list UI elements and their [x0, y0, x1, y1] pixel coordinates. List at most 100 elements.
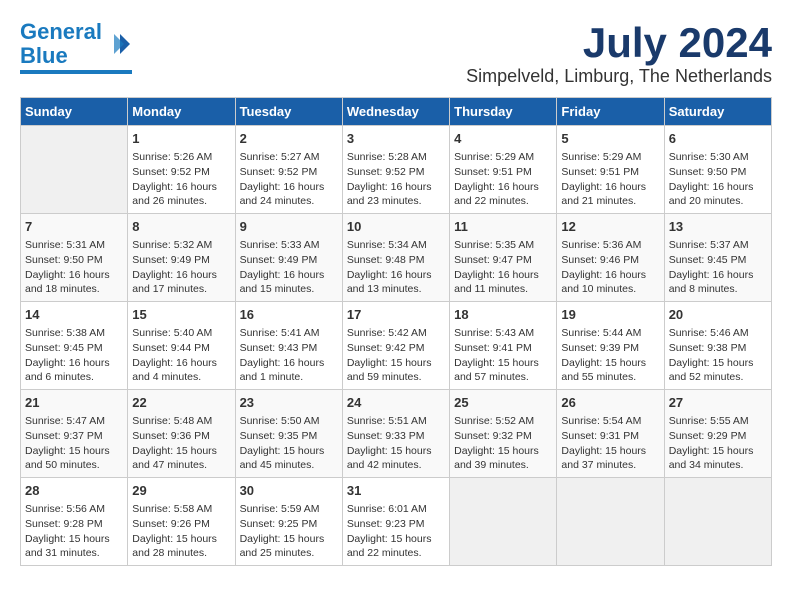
header-day-tuesday: Tuesday [235, 98, 342, 126]
calendar-week-row: 7Sunrise: 5:31 AM Sunset: 9:50 PM Daylig… [21, 214, 772, 302]
day-number: 20 [669, 306, 767, 324]
day-number: 30 [240, 482, 338, 500]
calendar-week-row: 14 Sunrise: 5:38 AM Sunset: 9:45 PM Dayli… [21, 302, 772, 390]
calendar-cell: 30 Sunrise: 5:59 AM Sunset: 9:25 PM Dayli… [235, 477, 342, 565]
cell-sun-info: Sunrise: 5:29 AM Sunset: 9:51 PM Dayligh… [561, 150, 659, 209]
logo: General Blue [20, 20, 132, 74]
calendar-cell: 3 Sunrise: 5:28 AM Sunset: 9:52 PM Daylig… [342, 126, 449, 214]
day-number: 19 [561, 306, 659, 324]
cell-sun-info: Sunrise: 5:40 AM Sunset: 9:44 PM Dayligh… [132, 326, 230, 385]
cell-sun-info: Sunrise: 5:50 AM Sunset: 9:35 PM Dayligh… [240, 414, 338, 473]
calendar-cell: 28 Sunrise: 5:56 AM Sunset: 9:28 PM Dayli… [21, 477, 128, 565]
day-number: 28 [25, 482, 123, 500]
day-number: 18 [454, 306, 552, 324]
cell-sun-info: Sunrise: 5:46 AM Sunset: 9:38 PM Dayligh… [669, 326, 767, 385]
calendar-cell: 10Sunrise: 5:34 AM Sunset: 9:48 PM Dayli… [342, 214, 449, 302]
cell-sun-info: Sunrise: 5:35 AM Sunset: 9:47 PM Dayligh… [454, 238, 552, 297]
calendar-cell: 2 Sunrise: 5:27 AM Sunset: 9:52 PM Daylig… [235, 126, 342, 214]
day-number: 29 [132, 482, 230, 500]
calendar-cell: 26Sunrise: 5:54 AM Sunset: 9:31 PM Dayli… [557, 390, 664, 478]
cell-sun-info: Sunrise: 5:47 AM Sunset: 9:37 PM Dayligh… [25, 414, 123, 473]
header-day-sunday: Sunday [21, 98, 128, 126]
header-day-wednesday: Wednesday [342, 98, 449, 126]
calendar-week-row: 28 Sunrise: 5:56 AM Sunset: 9:28 PM Dayli… [21, 477, 772, 565]
calendar-cell: 20 Sunrise: 5:46 AM Sunset: 9:38 PM Dayli… [664, 302, 771, 390]
cell-sun-info: Sunrise: 5:59 AM Sunset: 9:25 PM Dayligh… [240, 502, 338, 561]
cell-sun-info: Sunrise: 5:55 AM Sunset: 9:29 PM Dayligh… [669, 414, 767, 473]
cell-sun-info: Sunrise: 5:41 AM Sunset: 9:43 PM Dayligh… [240, 326, 338, 385]
logo-text: General Blue [20, 19, 102, 68]
logo-icon [104, 30, 132, 58]
calendar-cell: 12 Sunrise: 5:36 AM Sunset: 9:46 PM Dayli… [557, 214, 664, 302]
calendar-cell: 27 Sunrise: 5:55 AM Sunset: 9:29 PM Dayli… [664, 390, 771, 478]
cell-sun-info: Sunrise: 5:48 AM Sunset: 9:36 PM Dayligh… [132, 414, 230, 473]
cell-sun-info: Sunrise: 5:26 AM Sunset: 9:52 PM Dayligh… [132, 150, 230, 209]
day-number: 11 [454, 218, 552, 236]
calendar-cell: 9Sunrise: 5:33 AM Sunset: 9:49 PM Daylig… [235, 214, 342, 302]
day-number: 3 [347, 130, 445, 148]
calendar-cell: 16 Sunrise: 5:41 AM Sunset: 9:43 PM Dayli… [235, 302, 342, 390]
calendar-cell: 18 Sunrise: 5:43 AM Sunset: 9:41 PM Dayli… [450, 302, 557, 390]
header: General Blue July 2024 Simpelveld, Limbu… [20, 20, 772, 87]
cell-sun-info: Sunrise: 5:32 AM Sunset: 9:49 PM Dayligh… [132, 238, 230, 297]
day-number: 13 [669, 218, 767, 236]
cell-sun-info: Sunrise: 5:54 AM Sunset: 9:31 PM Dayligh… [561, 414, 659, 473]
cell-sun-info: Sunrise: 5:38 AM Sunset: 9:45 PM Dayligh… [25, 326, 123, 385]
day-number: 6 [669, 130, 767, 148]
calendar-cell [557, 477, 664, 565]
day-number: 31 [347, 482, 445, 500]
header-day-friday: Friday [557, 98, 664, 126]
location-title: Simpelveld, Limburg, The Netherlands [466, 66, 772, 87]
cell-sun-info: Sunrise: 5:30 AM Sunset: 9:50 PM Dayligh… [669, 150, 767, 209]
title-section: July 2024 Simpelveld, Limburg, The Nethe… [466, 20, 772, 87]
calendar-cell [664, 477, 771, 565]
header-day-thursday: Thursday [450, 98, 557, 126]
calendar-cell: 23 Sunrise: 5:50 AM Sunset: 9:35 PM Dayli… [235, 390, 342, 478]
cell-sun-info: Sunrise: 5:37 AM Sunset: 9:45 PM Dayligh… [669, 238, 767, 297]
calendar-week-row: 1 Sunrise: 5:26 AM Sunset: 9:52 PM Daylig… [21, 126, 772, 214]
day-number: 15 [132, 306, 230, 324]
calendar-cell: 24 Sunrise: 5:51 AM Sunset: 9:33 PM Dayli… [342, 390, 449, 478]
day-number: 27 [669, 394, 767, 412]
cell-sun-info: Sunrise: 5:52 AM Sunset: 9:32 PM Dayligh… [454, 414, 552, 473]
day-number: 21 [25, 394, 123, 412]
day-number: 4 [454, 130, 552, 148]
calendar-cell: 4Sunrise: 5:29 AM Sunset: 9:51 PM Daylig… [450, 126, 557, 214]
calendar-cell: 11 Sunrise: 5:35 AM Sunset: 9:47 PM Dayli… [450, 214, 557, 302]
calendar-cell [450, 477, 557, 565]
cell-sun-info: Sunrise: 5:56 AM Sunset: 9:28 PM Dayligh… [25, 502, 123, 561]
cell-sun-info: Sunrise: 5:27 AM Sunset: 9:52 PM Dayligh… [240, 150, 338, 209]
day-number: 16 [240, 306, 338, 324]
day-number: 14 [25, 306, 123, 324]
day-number: 12 [561, 218, 659, 236]
cell-sun-info: Sunrise: 5:58 AM Sunset: 9:26 PM Dayligh… [132, 502, 230, 561]
calendar-cell: 31 Sunrise: 6:01 AM Sunset: 9:23 PM Dayli… [342, 477, 449, 565]
calendar-cell: 13 Sunrise: 5:37 AM Sunset: 9:45 PM Dayli… [664, 214, 771, 302]
calendar-cell: 8 Sunrise: 5:32 AM Sunset: 9:49 PM Daylig… [128, 214, 235, 302]
calendar-cell: 6 Sunrise: 5:30 AM Sunset: 9:50 PM Daylig… [664, 126, 771, 214]
cell-sun-info: Sunrise: 5:51 AM Sunset: 9:33 PM Dayligh… [347, 414, 445, 473]
cell-sun-info: Sunrise: 5:43 AM Sunset: 9:41 PM Dayligh… [454, 326, 552, 385]
day-number: 5 [561, 130, 659, 148]
calendar-cell: 7Sunrise: 5:31 AM Sunset: 9:50 PM Daylig… [21, 214, 128, 302]
cell-sun-info: Sunrise: 5:28 AM Sunset: 9:52 PM Dayligh… [347, 150, 445, 209]
calendar-cell: 14 Sunrise: 5:38 AM Sunset: 9:45 PM Dayli… [21, 302, 128, 390]
cell-sun-info: Sunrise: 5:36 AM Sunset: 9:46 PM Dayligh… [561, 238, 659, 297]
month-title: July 2024 [466, 20, 772, 66]
calendar-cell [21, 126, 128, 214]
day-number: 8 [132, 218, 230, 236]
calendar-cell: 1 Sunrise: 5:26 AM Sunset: 9:52 PM Daylig… [128, 126, 235, 214]
calendar-cell: 25 Sunrise: 5:52 AM Sunset: 9:32 PM Dayli… [450, 390, 557, 478]
calendar-cell: 21 Sunrise: 5:47 AM Sunset: 9:37 PM Dayli… [21, 390, 128, 478]
calendar-cell: 22 Sunrise: 5:48 AM Sunset: 9:36 PM Dayli… [128, 390, 235, 478]
day-number: 25 [454, 394, 552, 412]
cell-sun-info: Sunrise: 6:01 AM Sunset: 9:23 PM Dayligh… [347, 502, 445, 561]
day-number: 1 [132, 130, 230, 148]
cell-sun-info: Sunrise: 5:42 AM Sunset: 9:42 PM Dayligh… [347, 326, 445, 385]
day-number: 2 [240, 130, 338, 148]
day-number: 24 [347, 394, 445, 412]
day-number: 7 [25, 218, 123, 236]
day-number: 22 [132, 394, 230, 412]
cell-sun-info: Sunrise: 5:33 AM Sunset: 9:49 PM Dayligh… [240, 238, 338, 297]
day-number: 23 [240, 394, 338, 412]
